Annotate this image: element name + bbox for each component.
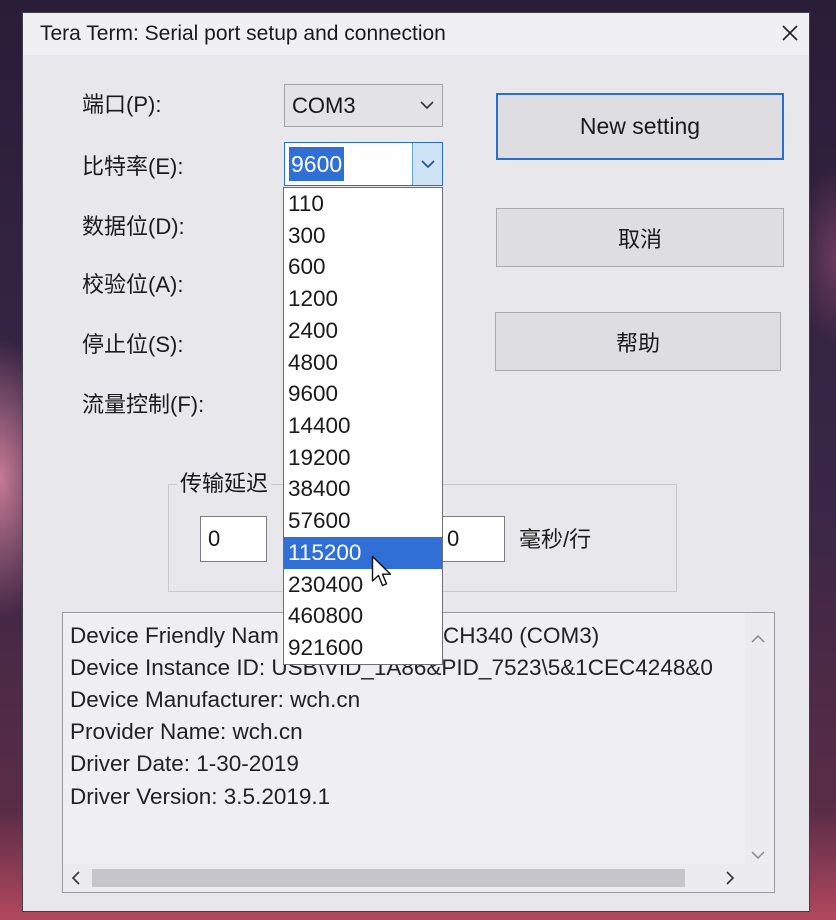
baud-option[interactable]: 14400: [284, 410, 442, 442]
chevron-up-icon[interactable]: [751, 630, 765, 643]
vertical-scrollbar[interactable]: [745, 613, 774, 864]
data-bits-label: 数据位(D):: [82, 214, 185, 239]
baud-option[interactable]: 230400: [284, 569, 442, 601]
delay-input-first[interactable]: 0: [200, 516, 267, 562]
baud-option[interactable]: 1200: [284, 283, 442, 315]
port-select-value: COM3: [292, 93, 356, 118]
baud-option[interactable]: 600: [284, 251, 442, 283]
device-info-line: CH340 (COM3): [443, 623, 600, 648]
baud-rate-select[interactable]: 9600: [284, 142, 443, 186]
baud-option[interactable]: 38400: [284, 473, 442, 505]
port-select[interactable]: COM3: [284, 84, 443, 127]
device-info-line: Device Manufacturer: wch.cn: [70, 687, 361, 712]
chevron-down-icon[interactable]: [751, 847, 765, 860]
baud-rate-dropdown-button[interactable]: [412, 143, 442, 185]
device-info-line: Provider Name: wch.cn: [70, 719, 303, 744]
baud-option[interactable]: 57600: [284, 505, 442, 537]
delay-unit-label: 毫秒/行: [519, 527, 592, 552]
baud-option[interactable]: 460800: [284, 600, 442, 632]
baud-option[interactable]: 300: [284, 220, 442, 252]
device-info-line: Device Friendly Nam: [70, 623, 279, 648]
baud-option[interactable]: 110: [284, 188, 442, 220]
baud-option[interactable]: 115200: [284, 536, 442, 569]
baud-rate-label: 比特率(E):: [82, 154, 184, 179]
chevron-right-icon[interactable]: [726, 871, 735, 885]
cancel-button[interactable]: 取消: [496, 208, 784, 267]
chevron-down-icon: [420, 159, 435, 168]
baud-option[interactable]: 19200: [284, 442, 442, 474]
chevron-left-icon[interactable]: [71, 871, 80, 885]
stop-bits-label: 停止位(S):: [82, 332, 184, 357]
window-title: Tera Term: Serial port setup and connect…: [40, 22, 446, 45]
close-button[interactable]: [772, 16, 808, 50]
port-label: 端口(P):: [82, 92, 162, 117]
baud-option[interactable]: 9600: [284, 378, 442, 410]
transmit-delay-legend: 传输延迟: [177, 470, 272, 498]
device-info-line: Driver Date: 1-30-2019: [70, 751, 299, 776]
baud-option[interactable]: 921600: [284, 632, 442, 664]
new-setting-button[interactable]: New setting: [496, 93, 784, 160]
scrollbar-corner: [745, 864, 774, 892]
close-icon: [782, 25, 798, 41]
device-info-line: Driver Version: 3.5.2019.1: [70, 784, 331, 809]
baud-option[interactable]: 2400: [284, 315, 442, 347]
baud-rate-dropdown-list[interactable]: 110 300 600 1200 2400 4800 9600 14400 19…: [283, 187, 443, 665]
parity-label: 校验位(A):: [82, 272, 184, 297]
delay-input-second[interactable]: 0: [434, 516, 505, 562]
help-button[interactable]: 帮助: [495, 312, 781, 371]
flow-control-label: 流量控制(F):: [82, 392, 205, 417]
baud-rate-value[interactable]: 9600: [289, 147, 345, 181]
chevron-down-icon[interactable]: [420, 85, 434, 126]
baud-option[interactable]: 4800: [284, 347, 442, 379]
pointer-cursor-icon: [371, 555, 393, 589]
horizontal-scroll-thumb[interactable]: [92, 869, 685, 887]
